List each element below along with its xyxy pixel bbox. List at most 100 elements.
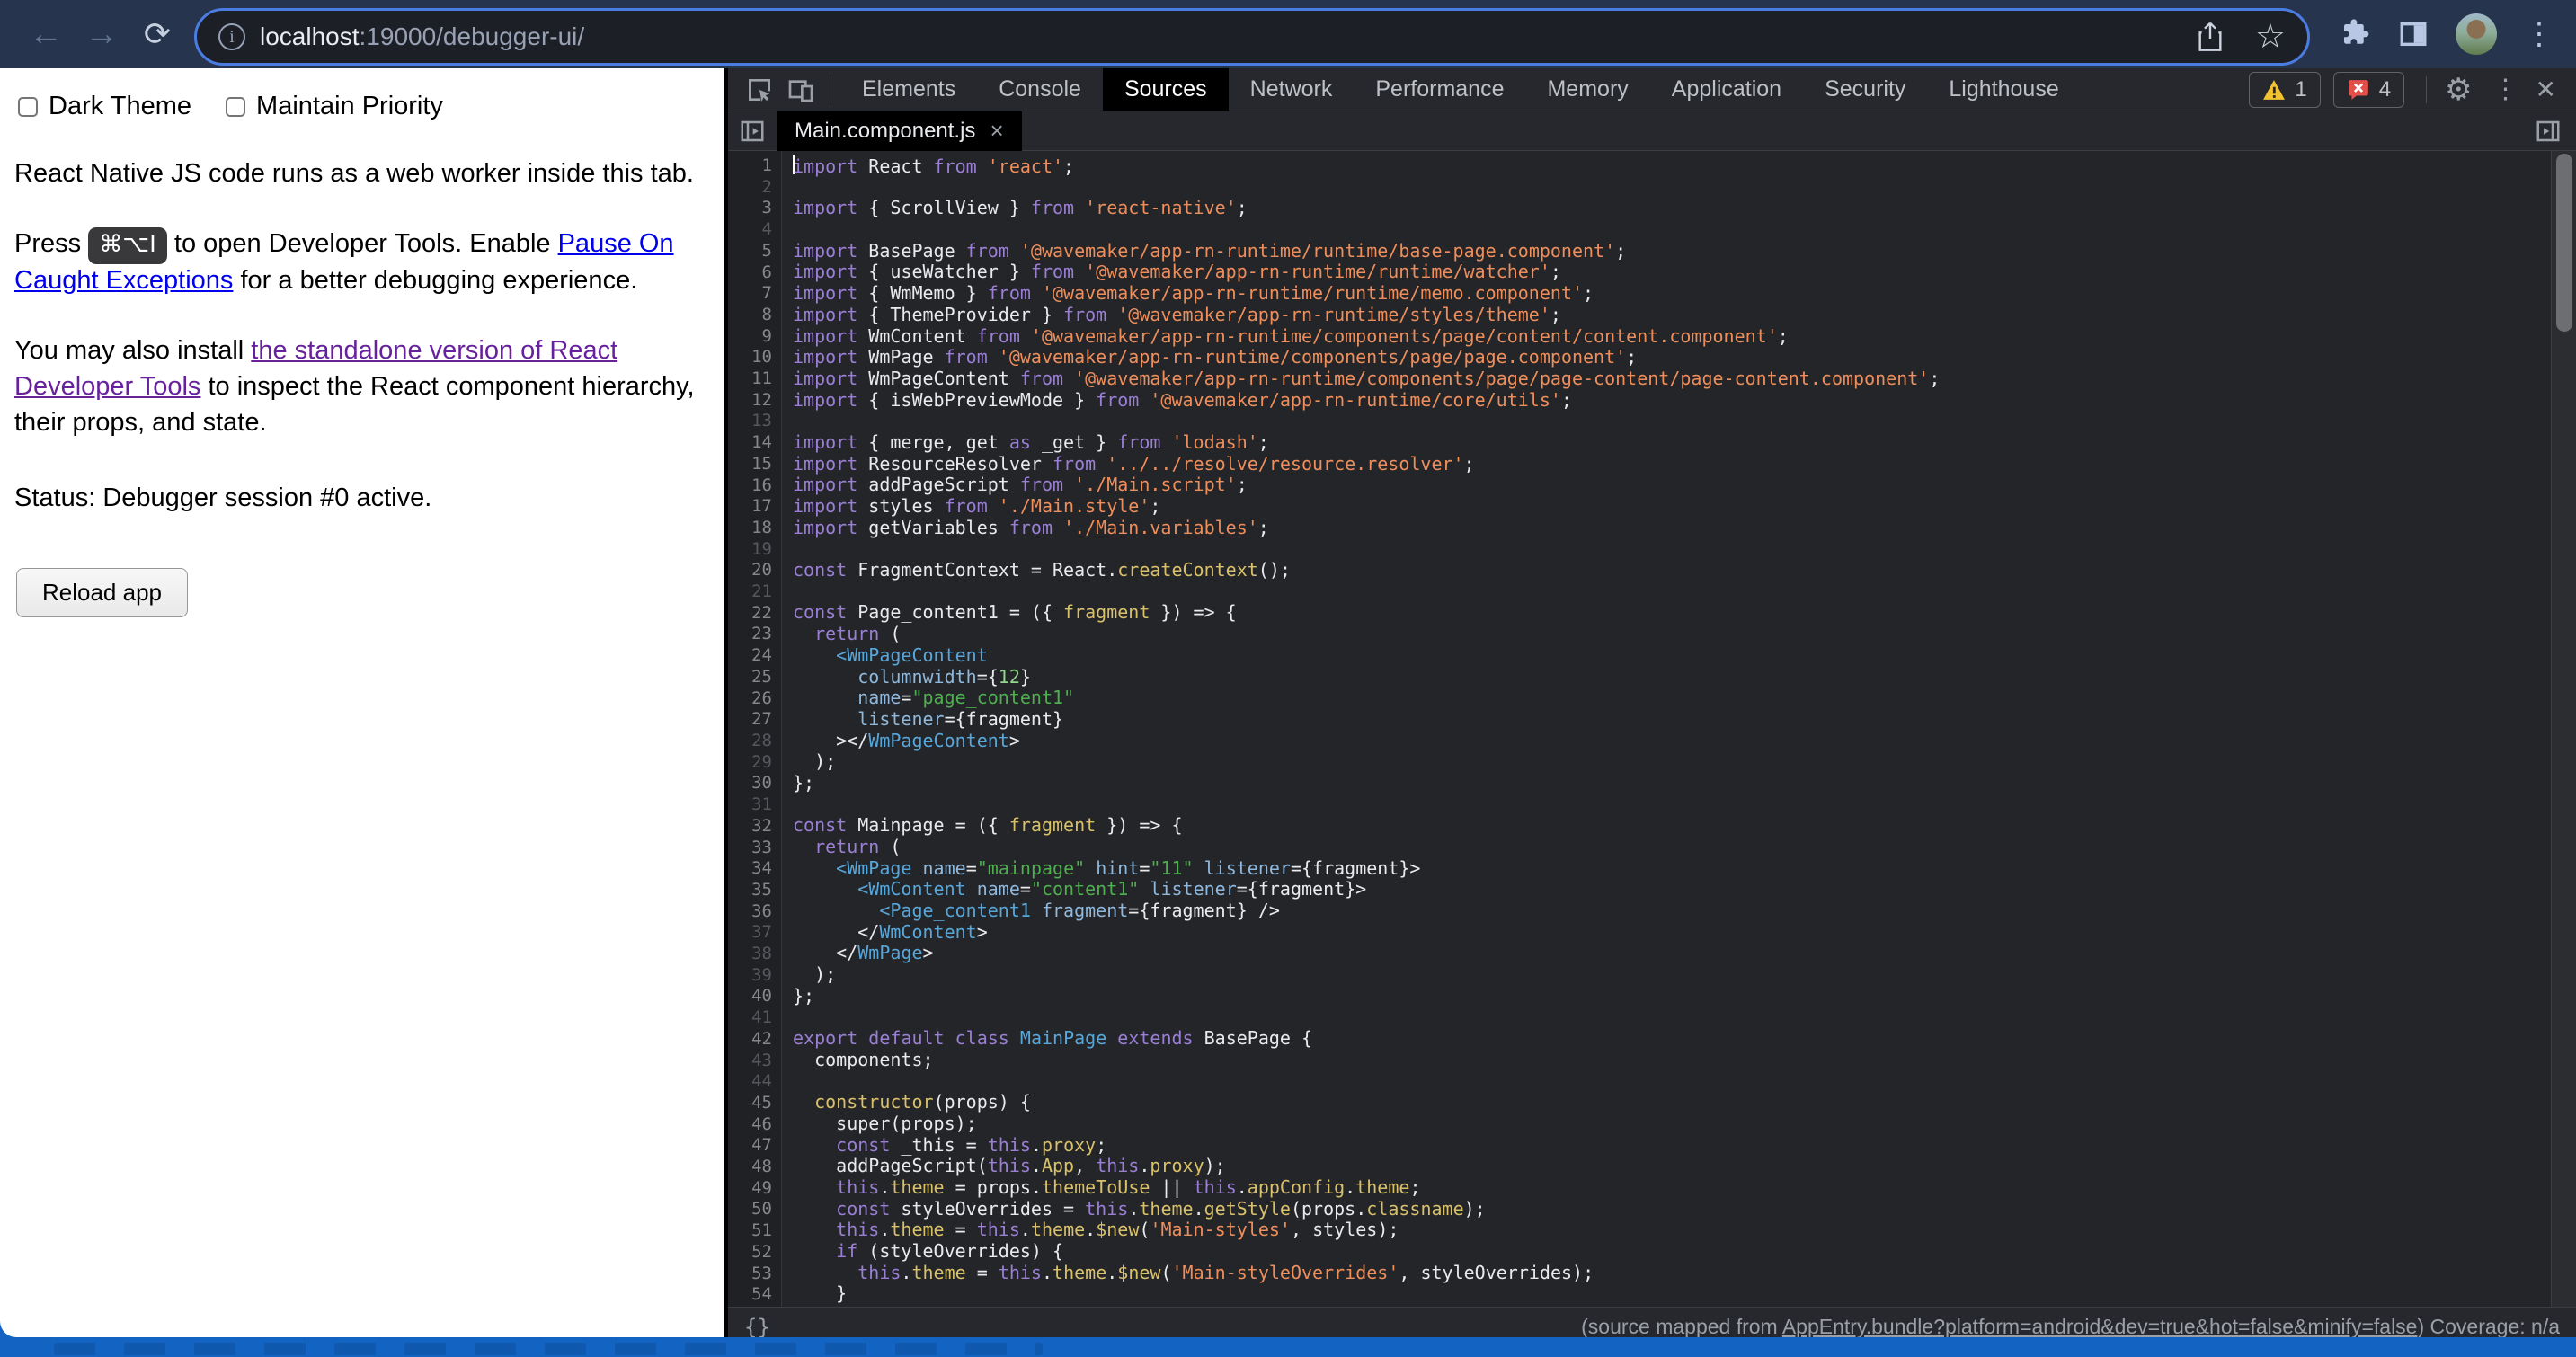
- tab-sources[interactable]: Sources: [1103, 68, 1229, 111]
- code-line-27[interactable]: listener={fragment}: [793, 709, 2576, 731]
- code-line-42[interactable]: export default class MainPage extends Ba…: [793, 1028, 2576, 1050]
- line-number[interactable]: 47: [728, 1135, 772, 1157]
- code-line-3[interactable]: import { ScrollView } from 'react-native…: [793, 198, 2576, 219]
- line-number[interactable]: 44: [728, 1071, 772, 1093]
- line-number[interactable]: 9: [728, 326, 772, 348]
- code-line-4[interactable]: [793, 219, 2576, 241]
- code-line-25[interactable]: columnwidth={12}: [793, 667, 2576, 688]
- side-panel-icon[interactable]: [2398, 19, 2429, 49]
- code-line-24[interactable]: <WmPageContent: [793, 645, 2576, 667]
- line-number[interactable]: 37: [728, 922, 772, 944]
- extensions-puzzle-icon[interactable]: [2339, 16, 2371, 53]
- dark-theme-checkbox[interactable]: [18, 97, 38, 117]
- code-line-49[interactable]: this.theme = props.themeToUse || this.ap…: [793, 1177, 2576, 1199]
- browser-menu-icon[interactable]: ⋮: [2524, 19, 2554, 49]
- code-line-48[interactable]: addPageScript(this.App, this.proxy);: [793, 1156, 2576, 1177]
- code-line-6[interactable]: import { useWatcher } from '@wavemaker/a…: [793, 262, 2576, 283]
- code-line-19[interactable]: [793, 538, 2576, 560]
- line-number[interactable]: 34: [728, 858, 772, 880]
- devtools-menu-icon[interactable]: ⋮: [2492, 74, 2519, 105]
- code-line-52[interactable]: if (styleOverrides) {: [793, 1241, 2576, 1263]
- code-line-37[interactable]: </WmContent>: [793, 922, 2576, 944]
- code-line-8[interactable]: import { ThemeProvider } from '@wavemake…: [793, 305, 2576, 326]
- line-number[interactable]: 27: [728, 709, 772, 731]
- line-number[interactable]: 50: [728, 1199, 772, 1220]
- devtools-close-icon[interactable]: ✕: [2536, 75, 2556, 104]
- line-number[interactable]: 17: [728, 496, 772, 518]
- reload-app-button[interactable]: Reload app: [16, 568, 188, 617]
- code-line-26[interactable]: name="page_content1": [793, 687, 2576, 709]
- line-number[interactable]: 41: [728, 1007, 772, 1029]
- line-number[interactable]: 30: [728, 773, 772, 794]
- line-number[interactable]: 35: [728, 880, 772, 901]
- code-line-46[interactable]: super(props);: [793, 1113, 2576, 1135]
- code-line-13[interactable]: [793, 411, 2576, 432]
- line-number[interactable]: 8: [728, 305, 772, 326]
- code-line-28[interactable]: ></WmPageContent>: [793, 731, 2576, 752]
- line-number[interactable]: 5: [728, 241, 772, 262]
- line-number[interactable]: 16: [728, 475, 772, 497]
- file-tab-main-component-js[interactable]: Main.component.js ×: [777, 111, 1022, 151]
- errors-badge[interactable]: 4: [2333, 72, 2404, 108]
- line-number[interactable]: 53: [728, 1264, 772, 1285]
- code-line-31[interactable]: [793, 794, 2576, 816]
- bookmark-star-icon[interactable]: ☆: [2255, 20, 2286, 54]
- settings-gear-icon[interactable]: ⚙: [2445, 72, 2472, 108]
- line-number[interactable]: 3: [728, 198, 772, 219]
- warnings-badge[interactable]: 1: [2249, 72, 2320, 108]
- code-line-18[interactable]: import getVariables from './Main.variabl…: [793, 518, 2576, 539]
- code-line-17[interactable]: import styles from './Main.style';: [793, 496, 2576, 518]
- code-line-39[interactable]: );: [793, 964, 2576, 986]
- line-number[interactable]: 38: [728, 944, 772, 965]
- code-line-51[interactable]: this.theme = this.theme.$new('Main-style…: [793, 1220, 2576, 1241]
- line-number[interactable]: 52: [728, 1242, 772, 1264]
- code-line-38[interactable]: </WmPage>: [793, 943, 2576, 964]
- line-number[interactable]: 22: [728, 603, 772, 625]
- device-toolbar-icon[interactable]: [780, 75, 822, 104]
- line-number[interactable]: 25: [728, 667, 772, 688]
- show-debugger-sidebar-icon[interactable]: [2535, 118, 2562, 145]
- code-line-2[interactable]: [793, 177, 2576, 199]
- line-number[interactable]: 28: [728, 731, 772, 752]
- url-bar[interactable]: i localhost:19000/debugger-ui/ ☆: [194, 8, 2310, 66]
- tab-lighthouse[interactable]: Lighthouse: [1927, 68, 2080, 111]
- code-line-30[interactable]: };: [793, 773, 2576, 794]
- line-number[interactable]: 46: [728, 1114, 772, 1136]
- tab-memory[interactable]: Memory: [1525, 68, 1649, 111]
- line-number[interactable]: 32: [728, 816, 772, 838]
- site-info-icon[interactable]: i: [218, 23, 245, 50]
- line-number[interactable]: 21: [728, 581, 772, 603]
- code-line-16[interactable]: import addPageScript from './Main.script…: [793, 475, 2576, 496]
- line-number[interactable]: 10: [728, 347, 772, 368]
- source-code[interactable]: import React from 'react';import { Scrol…: [782, 151, 2576, 1307]
- code-line-11[interactable]: import WmPageContent from '@wavemaker/ap…: [793, 368, 2576, 390]
- tab-network[interactable]: Network: [1229, 68, 1355, 111]
- line-number[interactable]: 24: [728, 645, 772, 667]
- code-line-12[interactable]: import { isWebPreviewMode } from '@wavem…: [793, 390, 2576, 412]
- line-number[interactable]: 13: [728, 411, 772, 432]
- line-number[interactable]: 39: [728, 965, 772, 987]
- tab-performance[interactable]: Performance: [1354, 68, 1525, 111]
- code-line-9[interactable]: import WmContent from '@wavemaker/app-rn…: [793, 326, 2576, 348]
- line-number[interactable]: 1: [728, 155, 772, 177]
- code-editor[interactable]: 1234567891011121314151617181920212223242…: [728, 151, 2576, 1307]
- show-navigator-icon[interactable]: [739, 118, 766, 145]
- share-icon[interactable]: [2196, 21, 2225, 53]
- line-number[interactable]: 29: [728, 752, 772, 774]
- code-line-44[interactable]: [793, 1071, 2576, 1093]
- line-number[interactable]: 23: [728, 624, 772, 645]
- code-line-29[interactable]: );: [793, 751, 2576, 773]
- line-number[interactable]: 18: [728, 518, 772, 539]
- line-number[interactable]: 48: [728, 1157, 772, 1178]
- line-number[interactable]: 14: [728, 432, 772, 454]
- line-number[interactable]: 42: [728, 1029, 772, 1051]
- line-number[interactable]: 19: [728, 539, 772, 561]
- line-number[interactable]: 51: [728, 1220, 772, 1242]
- maintain-priority-checkbox[interactable]: [226, 97, 245, 117]
- line-number[interactable]: 6: [728, 262, 772, 284]
- line-number[interactable]: 54: [728, 1284, 772, 1306]
- line-number[interactable]: 49: [728, 1178, 772, 1200]
- line-number[interactable]: 12: [728, 390, 772, 412]
- code-line-5[interactable]: import BasePage from '@wavemaker/app-rn-…: [793, 241, 2576, 262]
- line-number[interactable]: 11: [728, 368, 772, 390]
